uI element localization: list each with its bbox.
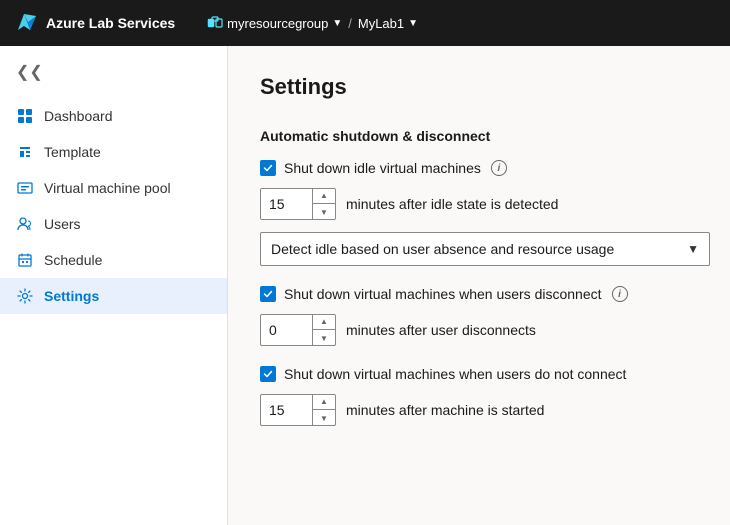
sidebar-item-users-label: Users (44, 216, 81, 232)
idle-minutes-input[interactable]: 15 ▲ ▼ (260, 188, 336, 220)
disconnect-vm-checkbox[interactable] (260, 286, 276, 302)
idle-minutes-spinners: ▲ ▼ (312, 188, 335, 220)
main-layout: ❮❮ Dashboard Te (0, 46, 730, 525)
logo-text: Azure Lab Services (46, 15, 175, 31)
no-connect-minutes-suffix: minutes after machine is started (346, 402, 544, 418)
settings-icon (16, 287, 34, 305)
checkmark-icon (263, 163, 273, 173)
lab-chevron-icon[interactable]: ▼ (408, 18, 418, 29)
lab-link[interactable]: MyLab1 ▼ (358, 16, 418, 31)
breadcrumb: myresourcegroup ▼ / MyLab1 ▼ (207, 15, 418, 31)
idle-vm-label: Shut down idle virtual machines (284, 160, 481, 176)
sidebar-item-vm-pool-label: Virtual machine pool (44, 180, 171, 196)
no-connect-minutes-up-button[interactable]: ▲ (313, 394, 335, 410)
checkmark-icon-3 (263, 369, 273, 379)
no-connect-minutes-spinners: ▲ ▼ (312, 394, 335, 426)
idle-vm-checkbox-wrapper[interactable]: Shut down idle virtual machines (260, 160, 481, 176)
no-connect-minutes-input[interactable]: 15 ▲ ▼ (260, 394, 336, 426)
dashboard-icon (16, 107, 34, 125)
disconnect-minutes-value: 0 (261, 322, 312, 338)
idle-minutes-wrapper: 15 ▲ ▼ minutes after idle state is detec… (260, 188, 558, 220)
checkmark-icon-2 (263, 289, 273, 299)
disconnect-minutes-input[interactable]: 0 ▲ ▼ (260, 314, 336, 346)
no-connect-minutes-row: 15 ▲ ▼ minutes after machine is started (260, 394, 698, 426)
lab-label: MyLab1 (358, 16, 404, 31)
no-connect-vm-label: Shut down virtual machines when users do… (284, 366, 626, 382)
idle-vm-checkbox-row: Shut down idle virtual machines i (260, 160, 698, 176)
resource-group-chevron-icon[interactable]: ▼ (332, 18, 342, 29)
disconnect-vm-info-icon[interactable]: i (612, 286, 628, 302)
sidebar-item-template[interactable]: Template (0, 134, 227, 170)
resource-group-link[interactable]: myresourcegroup ▼ (207, 15, 342, 31)
collapse-icon: ❮❮ (16, 62, 43, 82)
no-connect-minutes-wrapper: 15 ▲ ▼ minutes after machine is started (260, 394, 544, 426)
no-connect-vm-checkbox-row: Shut down virtual machines when users do… (260, 366, 698, 382)
no-connect-vm-checkbox-wrapper[interactable]: Shut down virtual machines when users do… (260, 366, 626, 382)
section-auto-shutdown-title: Automatic shutdown & disconnect (260, 128, 698, 144)
idle-detection-dropdown-text: Detect idle based on user absence and re… (271, 241, 614, 257)
logo: Azure Lab Services (16, 12, 175, 34)
users-icon (16, 215, 34, 233)
vm-pool-icon (16, 179, 34, 197)
idle-minutes-up-button[interactable]: ▲ (313, 188, 335, 204)
azure-logo-icon (16, 12, 38, 34)
disconnect-vm-checkbox-wrapper[interactable]: Shut down virtual machines when users di… (260, 286, 602, 302)
resource-group-label: myresourcegroup (227, 16, 328, 31)
sidebar-item-settings-label: Settings (44, 288, 99, 304)
template-icon (16, 143, 34, 161)
disconnect-minutes-down-button[interactable]: ▼ (313, 330, 335, 346)
idle-minutes-value: 15 (261, 196, 312, 212)
idle-detection-dropdown[interactable]: Detect idle based on user absence and re… (260, 232, 710, 266)
sidebar-item-dashboard-label: Dashboard (44, 108, 113, 124)
sidebar: ❮❮ Dashboard Te (0, 46, 228, 525)
no-connect-minutes-value: 15 (261, 402, 312, 418)
sidebar-item-settings[interactable]: Settings (0, 278, 227, 314)
top-nav: Azure Lab Services myresourcegroup ▼ / M… (0, 0, 730, 46)
sidebar-item-dashboard[interactable]: Dashboard (0, 98, 227, 134)
schedule-icon (16, 251, 34, 269)
breadcrumb-separator: / (348, 16, 352, 31)
idle-vm-checkbox[interactable] (260, 160, 276, 176)
no-connect-minutes-down-button[interactable]: ▼ (313, 410, 335, 426)
idle-minutes-down-button[interactable]: ▼ (313, 204, 335, 220)
sidebar-collapse-button[interactable]: ❮❮ (0, 54, 227, 98)
disconnect-minutes-up-button[interactable]: ▲ (313, 314, 335, 330)
sidebar-item-template-label: Template (44, 144, 101, 160)
disconnect-minutes-suffix: minutes after user disconnects (346, 322, 536, 338)
sidebar-item-schedule-label: Schedule (44, 252, 102, 268)
no-connect-vm-checkbox[interactable] (260, 366, 276, 382)
idle-minutes-row: 15 ▲ ▼ minutes after idle state is detec… (260, 188, 698, 220)
resource-group-icon (207, 15, 223, 31)
page-title: Settings (260, 74, 698, 100)
idle-vm-info-icon[interactable]: i (491, 160, 507, 176)
disconnect-vm-checkbox-row: Shut down virtual machines when users di… (260, 286, 698, 302)
disconnect-minutes-spinners: ▲ ▼ (312, 314, 335, 346)
disconnect-minutes-wrapper: 0 ▲ ▼ minutes after user disconnects (260, 314, 536, 346)
disconnect-vm-label: Shut down virtual machines when users di… (284, 286, 602, 302)
dropdown-chevron-icon: ▼ (687, 242, 699, 256)
sidebar-item-schedule[interactable]: Schedule (0, 242, 227, 278)
disconnect-minutes-row: 0 ▲ ▼ minutes after user disconnects (260, 314, 698, 346)
idle-minutes-suffix: minutes after idle state is detected (346, 196, 558, 212)
sidebar-item-vm-pool[interactable]: Virtual machine pool (0, 170, 227, 206)
sidebar-item-users[interactable]: Users (0, 206, 227, 242)
content-area: Settings Automatic shutdown & disconnect… (228, 46, 730, 525)
